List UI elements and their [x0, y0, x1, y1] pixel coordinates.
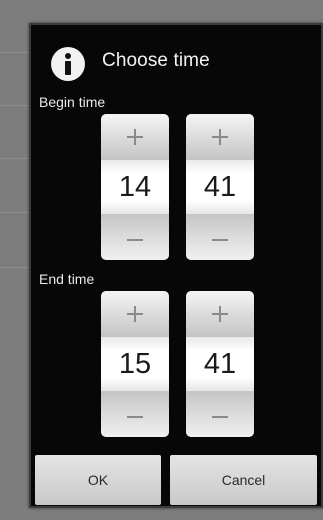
begin-hour-picker: 14: [101, 114, 169, 260]
dialog-title-bar: Choose time: [31, 25, 321, 90]
begin-minute-increment-button[interactable]: [186, 114, 254, 160]
minus-icon: [127, 416, 143, 418]
end-hour-increment-button[interactable]: [101, 291, 169, 337]
info-icon: [51, 47, 85, 81]
begin-minute-decrement-button[interactable]: [186, 214, 254, 260]
begin-time-label: Begin time: [39, 94, 106, 110]
begin-minute-picker: 41: [186, 114, 254, 260]
end-minute-picker: 41: [186, 291, 254, 437]
begin-hour-decrement-button[interactable]: [101, 214, 169, 260]
cancel-button[interactable]: Cancel: [170, 455, 317, 505]
begin-minute-value[interactable]: 41: [186, 160, 254, 214]
end-minute-decrement-button[interactable]: [186, 391, 254, 437]
end-hour-decrement-button[interactable]: [101, 391, 169, 437]
end-minute-value[interactable]: 41: [186, 337, 254, 391]
begin-hour-increment-button[interactable]: [101, 114, 169, 160]
plus-icon: [127, 129, 143, 145]
dialog-title: Choose time: [102, 50, 210, 71]
end-minute-increment-button[interactable]: [186, 291, 254, 337]
minus-icon: [212, 416, 228, 418]
begin-hour-value[interactable]: 14: [101, 160, 169, 214]
plus-icon: [127, 306, 143, 322]
minus-icon: [127, 239, 143, 241]
choose-time-dialog: Choose time Begin time 14 41 End time 15…: [29, 23, 323, 508]
end-hour-picker: 15: [101, 291, 169, 437]
plus-icon: [212, 129, 228, 145]
ok-button[interactable]: OK: [35, 455, 161, 505]
end-hour-value[interactable]: 15: [101, 337, 169, 391]
minus-icon: [212, 239, 228, 241]
end-time-label: End time: [39, 271, 95, 287]
plus-icon: [212, 306, 228, 322]
